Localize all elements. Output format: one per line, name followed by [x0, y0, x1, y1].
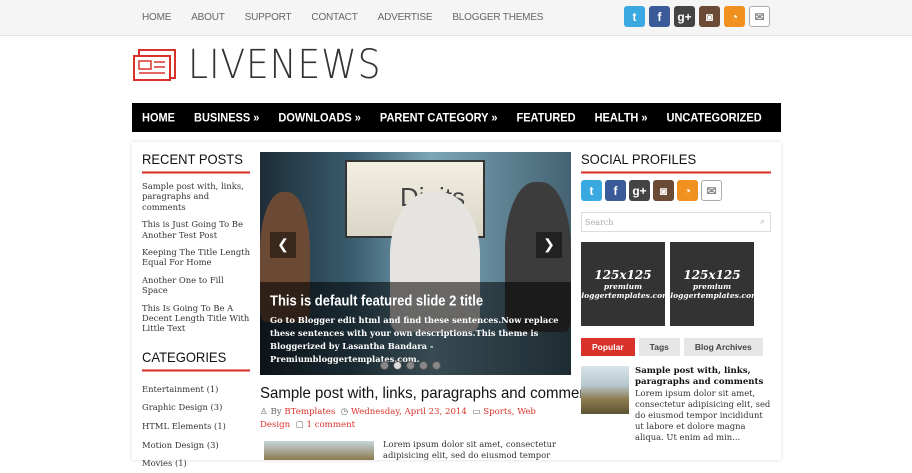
twitter-icon[interactable]: t — [581, 180, 602, 201]
sidebar-social-links: t f g+ ◙ ◔ ✉ — [581, 180, 771, 201]
nav-health[interactable]: HEALTH » — [595, 111, 648, 124]
social-profiles-heading: SOCIAL PROFILES — [581, 151, 771, 174]
category-link[interactable]: HTML Elements (1) — [142, 417, 250, 436]
top-bar: HOME ABOUT SUPPORT CONTACT ADVERTISE BLO… — [0, 0, 912, 36]
instagram-icon[interactable]: ◙ — [699, 6, 720, 27]
post-thumbnail[interactable] — [264, 441, 374, 460]
ad-line: bloggertemplates.com — [665, 291, 760, 300]
recent-posts-heading: RECENT POSTS — [142, 151, 250, 174]
popular-post-excerpt: Lorem ipsum dolor sit amet, consectetur … — [635, 388, 771, 442]
main-nav: HOME BUSINESS » DOWNLOADS » PARENT CATEG… — [132, 103, 781, 132]
categories-heading: CATEGORIES — [142, 349, 250, 372]
category-link[interactable]: Entertainment (1) — [142, 380, 250, 399]
slide-description: Go to Blogger edit html and find these s… — [270, 315, 559, 364]
slider-dot[interactable] — [419, 361, 428, 370]
recent-post-link[interactable]: Keeping The Title Length Equal For Home — [142, 247, 250, 268]
newspaper-icon — [133, 49, 176, 81]
slider-dot[interactable] — [406, 361, 415, 370]
rss-icon[interactable]: ◔ — [677, 180, 698, 201]
recent-post-link[interactable]: Another One to Fill Space — [142, 275, 250, 296]
nav-parent-category[interactable]: PARENT CATEGORY » — [380, 111, 498, 124]
google-plus-icon[interactable]: g+ — [629, 180, 650, 201]
ad-size-label: 125x125 — [594, 268, 652, 282]
slide-title[interactable]: This is default featured slide 2 title — [270, 292, 561, 309]
folder-icon: ▭ — [472, 407, 481, 417]
mail-icon[interactable]: ✉ — [749, 6, 770, 27]
recent-post-link[interactable]: Sample post with, links, paragraphs and … — [142, 181, 250, 212]
post-title[interactable]: Sample post with, links, paragraphs and … — [260, 385, 599, 403]
slider-next-button[interactable]: ❯ — [536, 232, 562, 258]
right-sidebar: SOCIAL PROFILES t f g+ ◙ ◔ ✉ Search ⌕ 12… — [576, 151, 771, 443]
site-logo[interactable]: LIVENEWS — [132, 42, 403, 88]
post-meta: ♙ By BTemplates ◷ Wednesday, April 23, 2… — [260, 406, 560, 432]
ad-banner[interactable]: 125x125 premium bloggertemplates.com — [665, 242, 759, 326]
topnav-blogger-themes[interactable]: BLOGGER THEMES — [452, 12, 543, 23]
user-icon: ♙ — [260, 407, 268, 417]
topnav-advertise[interactable]: ADVERTISE — [378, 12, 433, 23]
topnav-support[interactable]: SUPPORT — [245, 12, 292, 23]
ad-banners: 125x125 premium bloggertemplates.com 125… — [576, 242, 771, 326]
ad-line: premium — [692, 282, 732, 291]
topnav-about[interactable]: ABOUT — [191, 12, 225, 23]
top-social-links: t f g+ ◙ ◔ ✉ — [624, 6, 770, 27]
ad-line: premium — [603, 282, 643, 291]
category-link[interactable]: Motion Design (3) — [142, 436, 250, 455]
slider-dot[interactable] — [432, 361, 441, 370]
logo-text: LIVENEWS — [188, 42, 382, 88]
topnav-contact[interactable]: CONTACT — [311, 12, 357, 23]
topnav-home[interactable]: HOME — [142, 12, 171, 23]
facebook-icon[interactable]: f — [605, 180, 626, 201]
slider-dots — [380, 361, 441, 370]
ad-line: bloggertemplates.com — [576, 291, 671, 300]
popular-post-title[interactable]: Sample post with, links, paragraphs and … — [635, 366, 771, 388]
clock-icon: ◷ — [340, 407, 349, 417]
categories-list: Entertainment (1) Graphic Design (3) HTM… — [142, 380, 250, 473]
search-icon[interactable]: ⌕ — [760, 217, 765, 227]
slider-dot[interactable] — [380, 361, 389, 370]
search-placeholder: Search — [585, 218, 614, 227]
google-plus-icon[interactable]: g+ — [674, 6, 695, 27]
nav-downloads[interactable]: DOWNLOADS » — [278, 111, 361, 124]
popular-post-thumbnail[interactable] — [581, 366, 629, 414]
post-comments-link[interactable]: 1 comment — [307, 420, 356, 430]
post-by-label: By — [270, 407, 282, 417]
recent-post-link[interactable]: This is Just Going To Be Another Test Po… — [142, 219, 250, 240]
tab-tags[interactable]: Tags — [638, 338, 680, 356]
comment-icon: ▢ — [295, 420, 304, 430]
post-excerpt: Lorem ipsum dolor sit amet, consectetur … — [383, 439, 557, 460]
ad-size-label: 125x125 — [683, 268, 741, 282]
facebook-icon[interactable]: f — [649, 6, 670, 27]
sidebar-tabs: Popular Tags Blog Archives — [581, 338, 771, 356]
top-nav: HOME ABOUT SUPPORT CONTACT ADVERTISE BLO… — [142, 12, 543, 23]
nav-uncategorized[interactable]: UNCATEGORIZED — [667, 111, 762, 124]
left-sidebar: RECENT POSTS Sample post with, links, pa… — [142, 151, 250, 473]
category-link[interactable]: Movies (1) — [142, 454, 250, 473]
slider-prev-button[interactable]: ❮ — [270, 232, 296, 258]
nav-featured[interactable]: FEATURED — [516, 111, 575, 124]
recent-post-link[interactable]: This Is Going To Be A Decent Length Titl… — [142, 303, 250, 334]
tab-blog-archives[interactable]: Blog Archives — [683, 338, 763, 356]
popular-post: Sample post with, links, paragraphs and … — [581, 366, 771, 443]
post-date[interactable]: Wednesday, April 23, 2014 — [351, 407, 467, 417]
recent-posts-list: Sample post with, links, paragraphs and … — [142, 181, 250, 334]
category-link[interactable]: Graphic Design (3) — [142, 398, 250, 417]
instagram-icon[interactable]: ◙ — [653, 180, 674, 201]
post-author-link[interactable]: BTemplates — [284, 407, 335, 417]
twitter-icon[interactable]: t — [624, 6, 645, 27]
rss-icon[interactable]: ◔ — [724, 6, 745, 27]
slider-dot-active[interactable] — [393, 361, 402, 370]
nav-home[interactable]: HOME — [142, 111, 175, 124]
tab-popular[interactable]: Popular — [581, 338, 635, 356]
nav-business[interactable]: BUSINESS » — [194, 111, 259, 124]
search-input[interactable]: Search ⌕ — [581, 212, 771, 232]
ad-banner[interactable]: 125x125 premium bloggertemplates.com — [576, 242, 670, 326]
mail-icon[interactable]: ✉ — [701, 180, 722, 201]
featured-slider[interactable]: Digits ❮ ❯ This is default featured slid… — [260, 152, 571, 375]
